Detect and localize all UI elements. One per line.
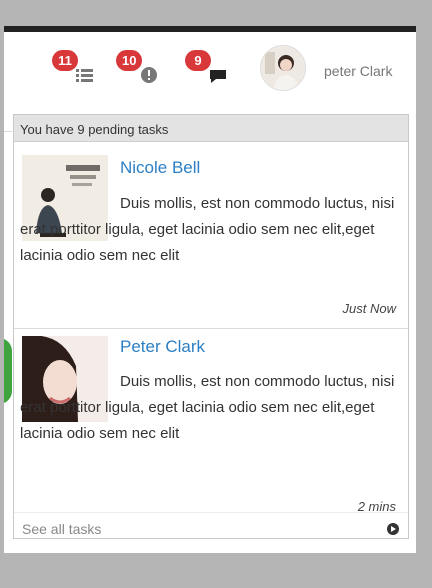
alerts-notification[interactable]: 10 [116, 50, 160, 90]
task-description: Duis mollis, est non commodo luctus, nis… [20, 195, 395, 264]
app-frame: 11 10 9 peter Clark You have 9 pending t… [4, 26, 416, 553]
background-divider [4, 131, 12, 132]
task-item[interactable]: Nicole Bell Duis mollis, est non commodo… [14, 143, 408, 325]
task-item[interactable]: Peter Clark Duis mollis, est non commodo… [14, 329, 408, 514]
task-description: Duis mollis, est non commodo luctus, nis… [20, 373, 395, 442]
tasks-notification[interactable]: 11 [52, 50, 96, 90]
tasks-dropdown: You have 9 pending tasks Nicole Bell Dui… [13, 114, 409, 539]
dropdown-header: You have 9 pending tasks [14, 115, 408, 142]
chat-icon [210, 70, 226, 83]
dropdown-footer: See all tasks [14, 512, 408, 538]
user-name[interactable]: peter Clark [324, 63, 392, 79]
list-icon [76, 69, 93, 82]
task-time: Just Now [342, 301, 396, 316]
messages-notification[interactable]: 9 [185, 50, 229, 90]
see-all-tasks-link[interactable]: See all tasks [22, 521, 101, 537]
alert-icon [141, 67, 157, 83]
user-avatar[interactable] [260, 45, 306, 91]
top-header: 11 10 9 peter Clark [4, 32, 416, 109]
task-author[interactable]: Peter Clark [120, 337, 205, 357]
background-green-element [4, 338, 12, 404]
task-author[interactable]: Nicole Bell [120, 158, 200, 178]
arrow-circle-right-icon[interactable] [387, 523, 399, 535]
avatar-photo [261, 46, 305, 90]
